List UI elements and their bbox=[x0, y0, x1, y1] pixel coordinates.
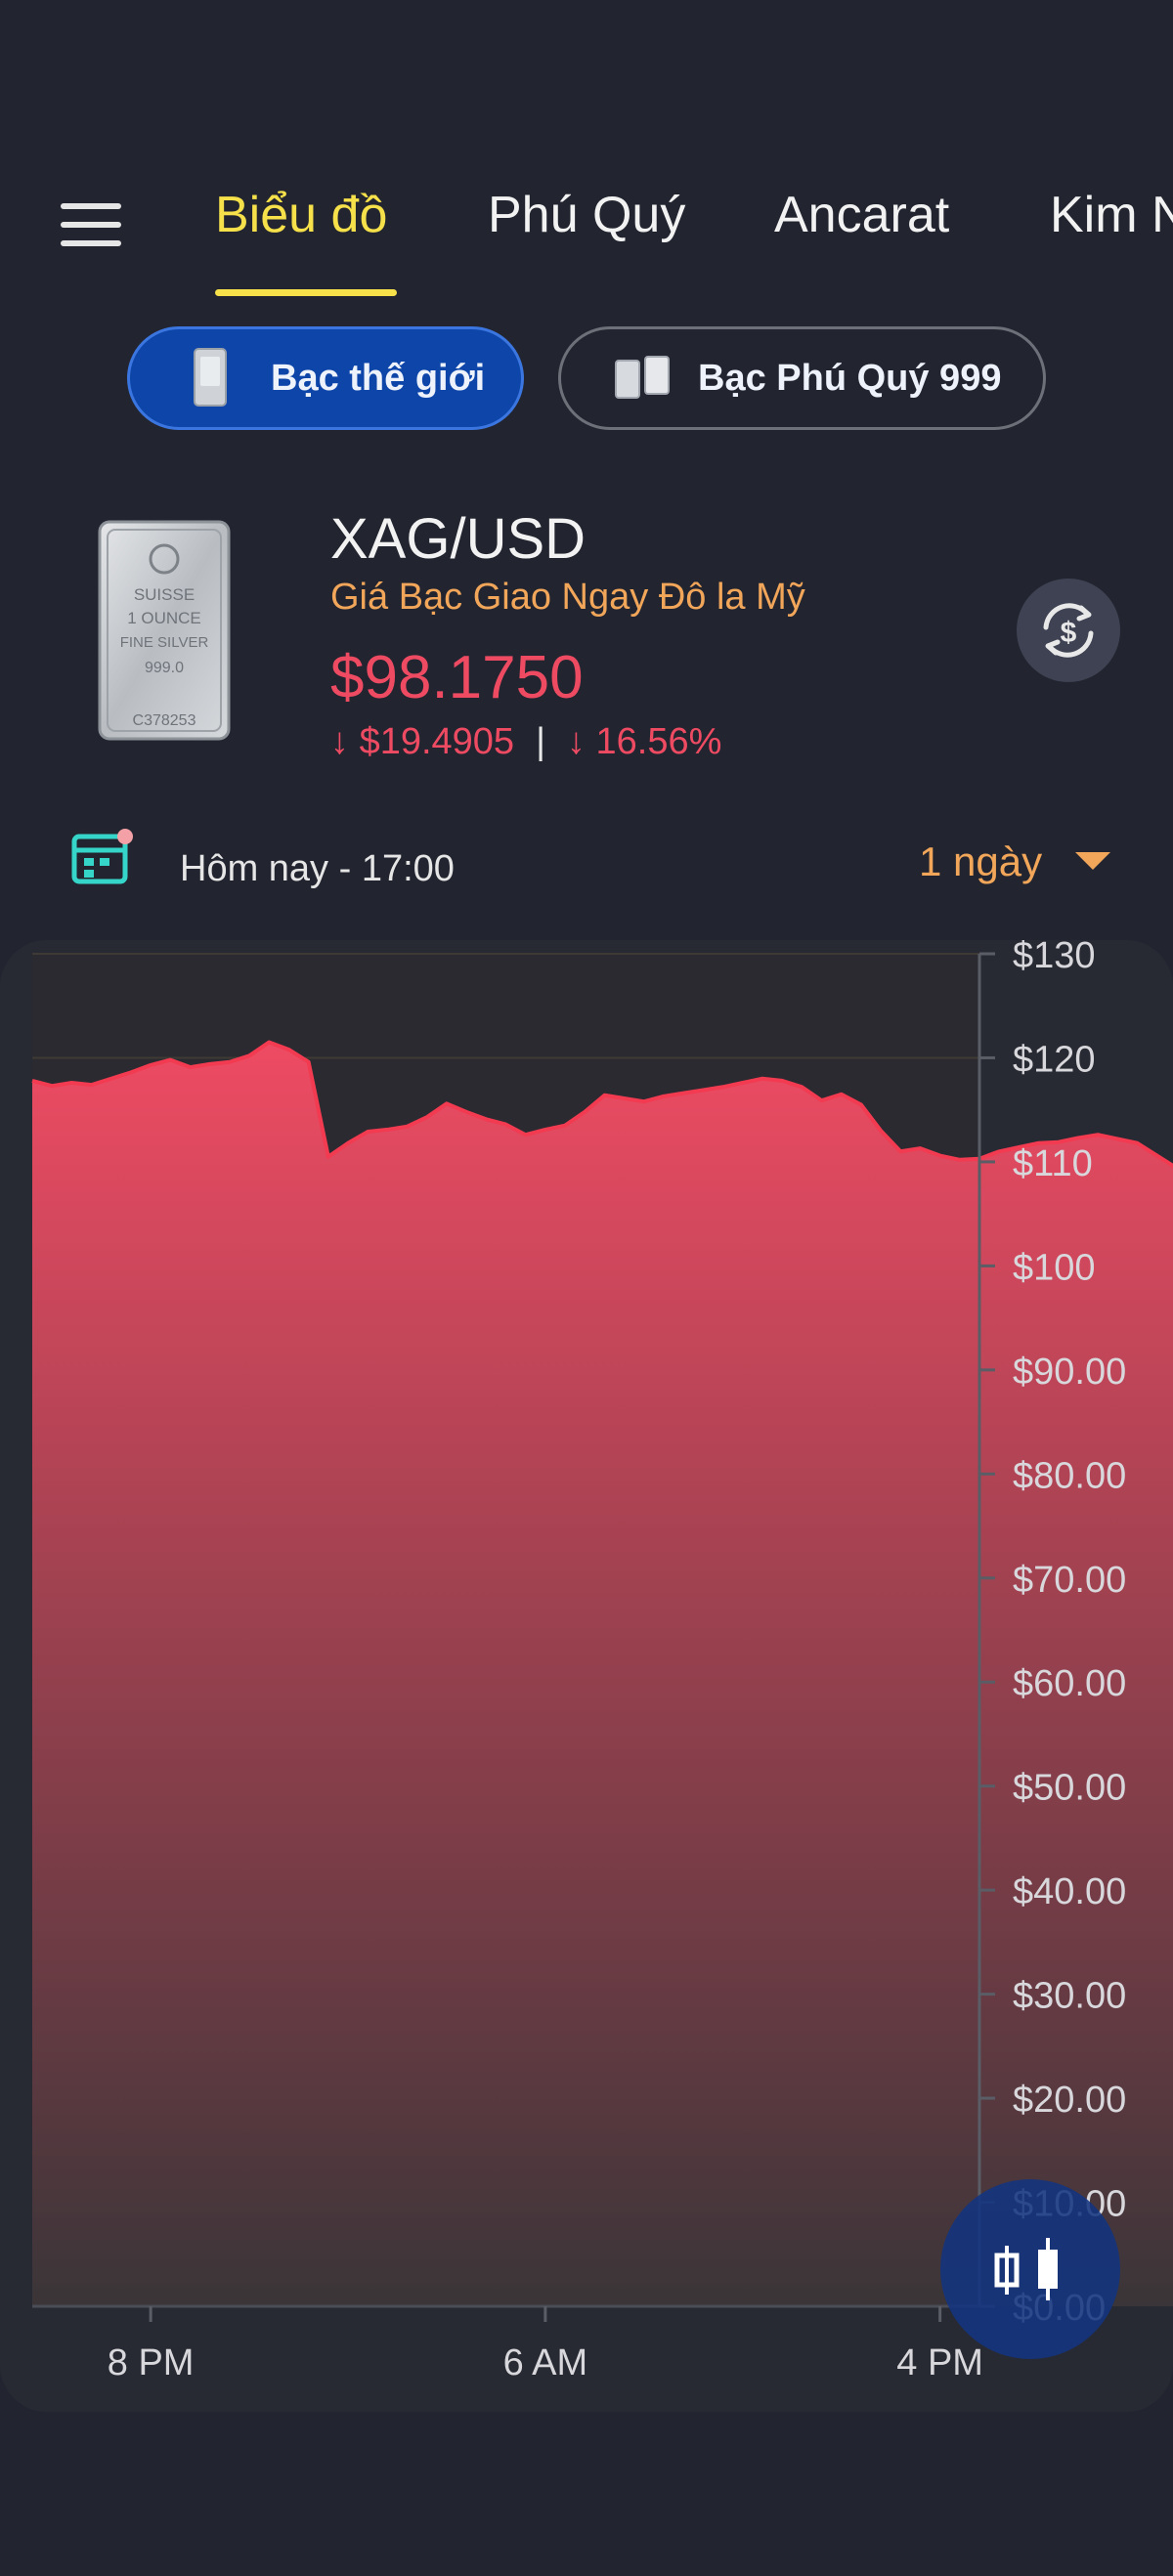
down-arrow-icon: ↓ bbox=[566, 721, 586, 762]
down-arrow-icon: ↓ bbox=[330, 721, 349, 762]
y-tick-label: $30.00 bbox=[1013, 1976, 1126, 2017]
price-area bbox=[32, 1042, 1173, 2306]
svg-text:999.0: 999.0 bbox=[145, 660, 184, 676]
y-tick-label: $80.00 bbox=[1013, 1455, 1126, 1496]
chip-label: Bạc thế giới bbox=[271, 357, 486, 399]
y-tick-label: $110 bbox=[1013, 1143, 1093, 1184]
y-tick-label: $120 bbox=[1013, 1039, 1096, 1080]
svg-text:FINE SILVER: FINE SILVER bbox=[120, 634, 209, 651]
chip-bac-the-gioi[interactable]: Bạc thế giới bbox=[127, 326, 524, 430]
y-tick-label: $40.00 bbox=[1013, 1871, 1126, 1912]
candlestick-icon bbox=[994, 2238, 1058, 2300]
chip-bac-phu-quy-999[interactable]: Bạc Phú Quý 999 bbox=[558, 326, 1046, 430]
instrument-name: Giá Bạc Giao Ngay Đô la Mỹ bbox=[330, 577, 805, 618]
currency-refresh-button[interactable]: $ bbox=[1017, 579, 1120, 682]
range-selector[interactable]: 1 ngày bbox=[919, 838, 1042, 885]
hamburger-menu-icon[interactable] bbox=[61, 203, 121, 246]
chip-label: Bạc Phú Quý 999 bbox=[698, 357, 1002, 399]
symbol-label: XAG/USD bbox=[330, 507, 586, 571]
svg-text:$: $ bbox=[1061, 617, 1077, 649]
tab-bieu-do[interactable]: Biểu đồ bbox=[215, 186, 387, 244]
currency-exchange-icon: $ bbox=[1043, 603, 1094, 658]
svg-text:C378253: C378253 bbox=[133, 712, 196, 729]
silver-bar-icon bbox=[194, 348, 227, 407]
svg-text:1 OUNCE: 1 OUNCE bbox=[127, 609, 201, 627]
change-amount: $19.4905 bbox=[359, 721, 515, 762]
change-percent: 16.56% bbox=[595, 721, 722, 762]
silver-bars-icon bbox=[615, 356, 670, 399]
chevron-down-icon[interactable] bbox=[1075, 852, 1110, 870]
x-tick-label: 8 PM bbox=[108, 2342, 195, 2383]
tab-phu-quy[interactable]: Phú Quý bbox=[488, 186, 685, 244]
separator: | bbox=[536, 721, 545, 762]
calendar-icon[interactable] bbox=[70, 829, 139, 887]
y-tick-label: $50.00 bbox=[1013, 1768, 1126, 1809]
y-tick-label: $100 bbox=[1013, 1247, 1096, 1288]
svg-text:SUISSE: SUISSE bbox=[134, 585, 195, 604]
tab-kim-n[interactable]: Kim N bbox=[1050, 186, 1173, 244]
y-tick-label: $90.00 bbox=[1013, 1352, 1126, 1393]
y-tick-label: $60.00 bbox=[1013, 1663, 1126, 1704]
current-price: $98.1750 bbox=[330, 644, 584, 711]
top-navigation: Biểu đồ Phú Quý Ancarat Kim N bbox=[0, 147, 1173, 303]
date-label: Hôm nay - 17:00 bbox=[180, 848, 455, 889]
active-tab-indicator bbox=[215, 289, 397, 296]
price-change: ↓ $19.4905 | ↓ 16.56% bbox=[330, 721, 721, 763]
candlestick-toggle-button[interactable] bbox=[940, 2179, 1120, 2359]
silver-bar-image: SUISSE 1 OUNCE FINE SILVER 999.0 C378253 bbox=[98, 520, 231, 741]
tab-ancarat[interactable]: Ancarat bbox=[774, 186, 949, 244]
y-tick-label: $20.00 bbox=[1013, 2080, 1126, 2121]
y-tick-label: $130 bbox=[1013, 940, 1096, 976]
x-tick-label: 6 AM bbox=[503, 2342, 588, 2383]
y-tick-label: $70.00 bbox=[1013, 1560, 1126, 1601]
